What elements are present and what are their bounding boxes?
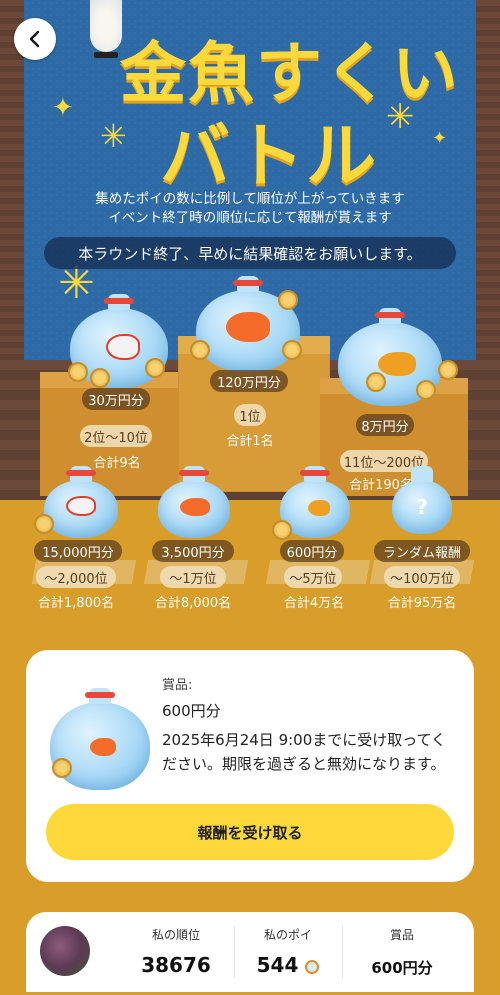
deadline-text: 2025年6月24日 9:00までに受け取ってください。期限を過ぎると無効になり… xyxy=(162,731,447,773)
prize-value: 600円分 xyxy=(162,702,221,720)
divider xyxy=(234,926,235,978)
net-icon xyxy=(305,959,320,974)
goldfish-bag-icon xyxy=(44,466,118,538)
sparkle-icon: ✦ xyxy=(432,128,448,149)
prize-stat-label: 賞品 xyxy=(389,928,414,942)
tier4-total: 合計95万名 xyxy=(387,596,457,611)
tier4-reward-chip: ランダム報酬 xyxy=(374,540,470,562)
third-reward-chip: 8万円分 xyxy=(356,414,414,436)
first-rank-chip: 1位 xyxy=(234,404,266,426)
intro-line2: イベント終了時の順位に応じて報酬が貰えます xyxy=(108,210,392,226)
back-button[interactable] xyxy=(14,18,56,60)
avatar[interactable] xyxy=(40,926,90,976)
coin-icon xyxy=(90,368,110,388)
poi-value: 544 xyxy=(256,953,299,977)
second-rank-chip: 2位〜10位 xyxy=(80,425,152,447)
tier1-total: 合計1,800名 xyxy=(37,596,115,611)
coin-icon xyxy=(52,758,72,778)
tier1-rank-chip: 〜2,000位 xyxy=(36,566,116,588)
prize-stat-value: 600円分 xyxy=(371,959,433,977)
poi-label: 私のポイ xyxy=(263,928,312,942)
sparkle-icon: ✳ xyxy=(100,117,127,155)
claim-reward-button[interactable]: 報酬を受け取る xyxy=(46,804,454,860)
coin-icon xyxy=(438,360,458,380)
app-frame: 金魚すくい バトル ✦ ✳ ✳ ✦ ✳ 集めたポイの数に比例して順位が上がってい… xyxy=(0,0,500,995)
coin-icon xyxy=(366,372,386,392)
lower-prize-row: 15,000円分 〜2,000位 合計1,800名 3,500円分 〜1万位 合… xyxy=(0,466,500,622)
mystery-bag-icon: ? xyxy=(392,466,452,534)
coin-icon xyxy=(416,380,436,400)
first-reward-chip: 120万円分 xyxy=(210,370,288,392)
coin-icon xyxy=(34,514,54,534)
wall-right xyxy=(476,0,500,420)
prize-card: 賞品: 600円分 2025年6月24日 9:00までに受け取ってください。期限… xyxy=(26,650,474,882)
tier3-reward-chip: 600円分 xyxy=(280,540,344,562)
coin-icon xyxy=(190,340,210,360)
event-stage: 金魚すくい バトル ✦ ✳ ✳ ✦ ✳ 集めたポイの数に比例して順位が上がってい… xyxy=(0,0,500,500)
tier2-rank-chip: 〜1万位 xyxy=(160,566,226,588)
prize-label: 賞品: xyxy=(162,678,193,693)
coin-icon xyxy=(278,290,298,310)
tier2-reward-chip: 3,500円分 xyxy=(152,540,234,562)
tier1-reward-chip: 15,000円分 xyxy=(34,540,122,562)
sparkle-icon: ✳ xyxy=(386,97,415,137)
rank-label: 私の順位 xyxy=(151,928,200,942)
tier3-total: 合計4万名 xyxy=(283,596,345,611)
prize-stat: 賞品 600円分 xyxy=(346,926,458,978)
coin-icon xyxy=(272,520,292,540)
divider xyxy=(342,926,343,978)
first-total: 合計1名 xyxy=(226,434,274,449)
coin-icon xyxy=(145,358,165,378)
poi-value-wrap: 544 xyxy=(238,953,338,977)
tier3-rank-chip: 〜5万位 xyxy=(284,566,342,588)
second-total: 合計9名 xyxy=(93,456,141,471)
tier2-total: 合計8,000名 xyxy=(154,596,232,611)
rank-value: 38676 xyxy=(141,953,211,977)
chevron-left-icon xyxy=(29,30,40,48)
rank-stat: 私の順位 38676 xyxy=(122,926,230,977)
notice-banner: 本ラウンド終了、早めに結果確認をお願いします。 xyxy=(44,237,456,269)
coin-icon xyxy=(282,340,302,360)
wall-left xyxy=(0,0,24,420)
my-stats-bar: 私の順位 38676 私のポイ 544 賞品 600円分 xyxy=(26,912,474,992)
question-mark-icon: ? xyxy=(416,495,428,519)
event-title-line2: バトル xyxy=(160,115,379,197)
tier4-rank-chip: 〜100万位 xyxy=(384,566,460,588)
poi-stat: 私のポイ 544 xyxy=(238,926,338,977)
sparkle-icon: ✦ xyxy=(52,93,74,123)
lantern-icon xyxy=(90,0,122,58)
second-reward-chip: 30万円分 xyxy=(82,388,150,410)
goldfish-bag-icon xyxy=(158,466,230,538)
coin-icon xyxy=(68,362,88,382)
intro-line1: 集めたポイの数に比例して順位が上がっていきます xyxy=(95,191,405,207)
